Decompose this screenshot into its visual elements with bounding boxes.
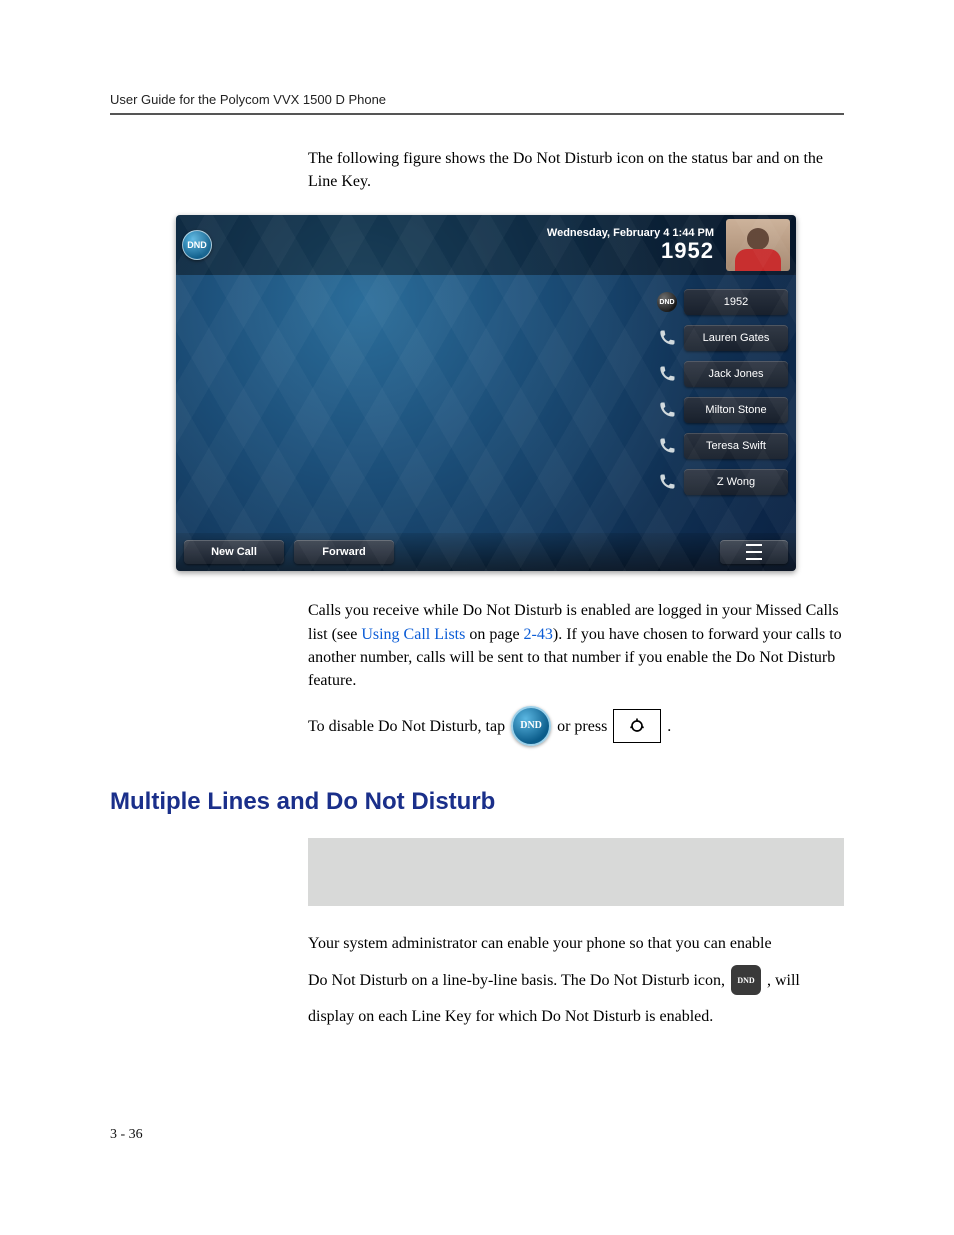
section-heading: Multiple Lines and Do Not Disturb xyxy=(110,788,844,816)
line-key-label: Milton Stone xyxy=(684,397,788,423)
intro-paragraph: The following figure shows the Do Not Di… xyxy=(308,147,844,193)
handset-icon xyxy=(656,363,678,385)
line-key-label: 1952 xyxy=(684,289,788,315)
line-key-label: Z Wong xyxy=(684,469,788,495)
using-call-lists-link[interactable]: Using Call Lists xyxy=(361,626,465,643)
new-call-button[interactable]: New Call xyxy=(184,540,284,564)
line-key-label: Lauren Gates xyxy=(684,325,788,351)
dnd-status-icon[interactable]: DND xyxy=(182,230,212,260)
line-key-teresa-swift[interactable]: Teresa Swift xyxy=(656,433,788,459)
phone-screenshot-figure: DND Wednesday, February 4 1:44 PM 1952 D… xyxy=(176,215,844,571)
dnd-icon: DND xyxy=(656,291,678,313)
handset-icon xyxy=(656,471,678,493)
handset-icon xyxy=(656,399,678,421)
line-key-lauren-gates[interactable]: Lauren Gates xyxy=(656,325,788,351)
dnd-soft-icon[interactable]: DND xyxy=(511,706,551,746)
line-key-z-wong[interactable]: Z Wong xyxy=(656,469,788,495)
page-ref-link[interactable]: 2-43 xyxy=(524,626,553,643)
line-key-1952[interactable]: DND 1952 xyxy=(656,289,788,315)
admin-paragraph: Your system administrator can enable you… xyxy=(308,932,844,1028)
line-key-jack-jones[interactable]: Jack Jones xyxy=(656,361,788,387)
avatar xyxy=(726,219,790,271)
line-key-milton-stone[interactable]: Milton Stone xyxy=(656,397,788,423)
menu-button[interactable] xyxy=(720,540,788,564)
disable-dnd-line: To disable Do Not Disturb, tap DND or pr… xyxy=(308,706,844,746)
phone-screen: DND Wednesday, February 4 1:44 PM 1952 D… xyxy=(176,215,796,571)
softkey-bar: New Call Forward xyxy=(176,533,796,571)
forward-button[interactable]: Forward xyxy=(294,540,394,564)
dnd-hard-key-icon[interactable] xyxy=(613,709,661,743)
dnd-line-icon: DND xyxy=(731,965,761,995)
line-keys: DND 1952 Lauren Gates Jack Jones xyxy=(656,289,788,495)
running-header: User Guide for the Polycom VVX 1500 D Ph… xyxy=(110,92,844,115)
page-number: 3 - 36 xyxy=(110,1127,143,1143)
status-bar: DND Wednesday, February 4 1:44 PM 1952 xyxy=(176,215,796,275)
line-key-label: Teresa Swift xyxy=(684,433,788,459)
menu-icon xyxy=(746,544,762,560)
note-callout xyxy=(308,838,844,906)
line-key-label: Jack Jones xyxy=(684,361,788,387)
missed-calls-paragraph: Calls you receive while Do Not Disturb i… xyxy=(308,599,844,692)
handset-icon xyxy=(656,327,678,349)
status-extension: 1952 xyxy=(547,239,714,263)
handset-icon xyxy=(656,435,678,457)
